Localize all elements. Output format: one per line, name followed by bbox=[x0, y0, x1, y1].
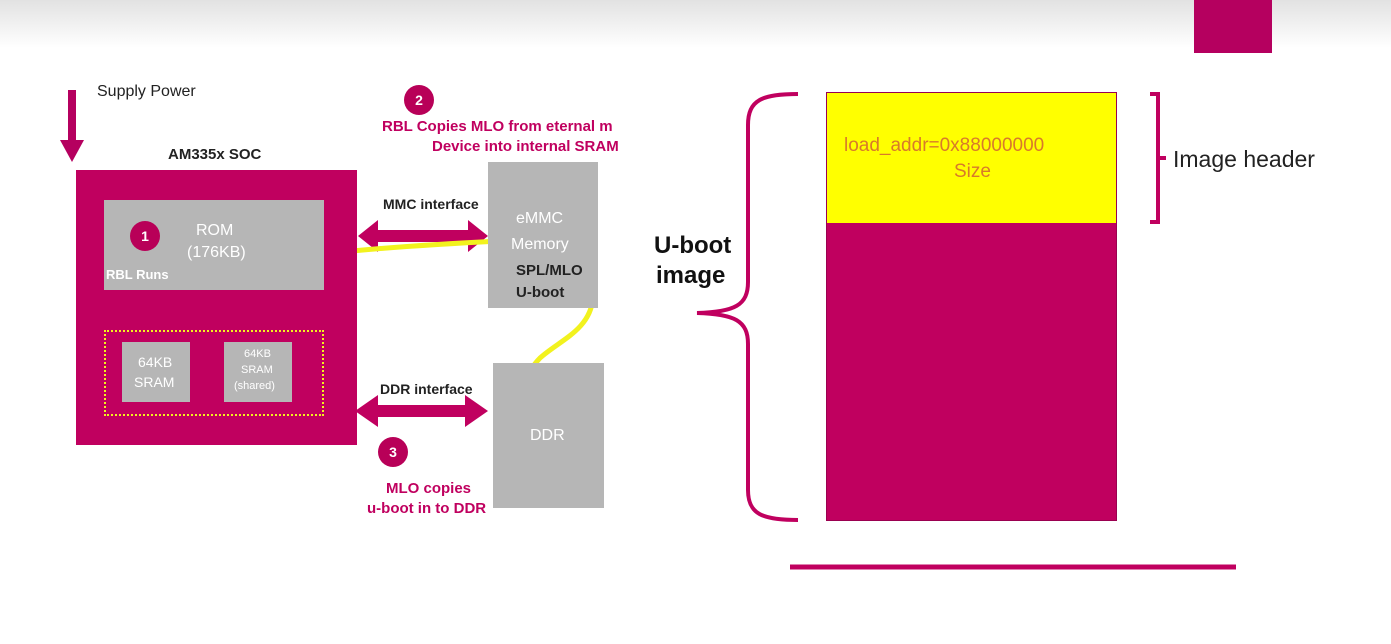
sram-1-size: 64KB bbox=[138, 354, 173, 370]
emmc-line4: U-boot bbox=[516, 284, 565, 301]
ddr-box: DDR bbox=[493, 363, 604, 508]
uboot-label-line2: image bbox=[656, 262, 726, 289]
sram-2-size: 64KB bbox=[244, 348, 271, 360]
emmc-line1: eMMC bbox=[516, 210, 564, 227]
sram-2-note: (shared) bbox=[234, 380, 275, 392]
soc-title: AM335x SOC bbox=[168, 146, 262, 163]
size-text: Size bbox=[954, 161, 991, 182]
emmc-line2: Memory bbox=[511, 236, 569, 253]
supply-arrow-head bbox=[60, 140, 84, 162]
step-3-line1: MLO copies bbox=[386, 480, 472, 497]
supply-arrow-shaft bbox=[68, 90, 76, 144]
image-header-label: Image header bbox=[1173, 146, 1315, 172]
ddr-interface-label: DDR interface bbox=[380, 381, 473, 397]
step-3-line2: u-boot in to DDR bbox=[367, 500, 487, 517]
step-2-line1: RBL Copies MLO from eternal m bbox=[382, 118, 613, 135]
uboot-brace bbox=[696, 92, 799, 522]
load-addr-text: load_addr=0x88000000 bbox=[844, 135, 1045, 156]
step-2-badge: 2 bbox=[404, 85, 434, 115]
step-1-badge: 1 bbox=[130, 221, 160, 251]
image-header-section: load_addr=0x88000000 Size bbox=[827, 93, 1116, 223]
sram-2-box: 64KB SRAM (shared) bbox=[224, 342, 292, 402]
mmc-interface-label: MMC interface bbox=[383, 196, 479, 212]
sram-1-box: 64KB SRAM bbox=[122, 342, 190, 402]
step-3-badge: 3 bbox=[378, 437, 408, 467]
sram-1-label: SRAM bbox=[134, 374, 175, 390]
step-2-line2: Device into internal SRAM bbox=[432, 138, 619, 155]
rom-label: ROM bbox=[196, 222, 234, 239]
ddr-label: DDR bbox=[530, 427, 565, 444]
supply-power-label: Supply Power bbox=[97, 83, 196, 100]
sram-2-label: SRAM bbox=[241, 364, 273, 376]
soc-box: ROM (176KB) RBL Runs 1 64KB SRAM 64KB SR… bbox=[76, 170, 357, 445]
uboot-label-line1: U-boot bbox=[654, 232, 732, 259]
image-header-bracket bbox=[1150, 92, 1166, 224]
ddr-double-arrow bbox=[355, 395, 488, 427]
emmc-line3: SPL/MLO bbox=[516, 262, 583, 279]
uboot-image-block: load_addr=0x88000000 Size bbox=[826, 92, 1117, 521]
emmc-box: eMMC Memory SPL/MLO U-boot bbox=[488, 162, 598, 308]
rom-size: (176KB) bbox=[187, 244, 246, 261]
rbl-runs-label: RBL Runs bbox=[106, 267, 169, 282]
